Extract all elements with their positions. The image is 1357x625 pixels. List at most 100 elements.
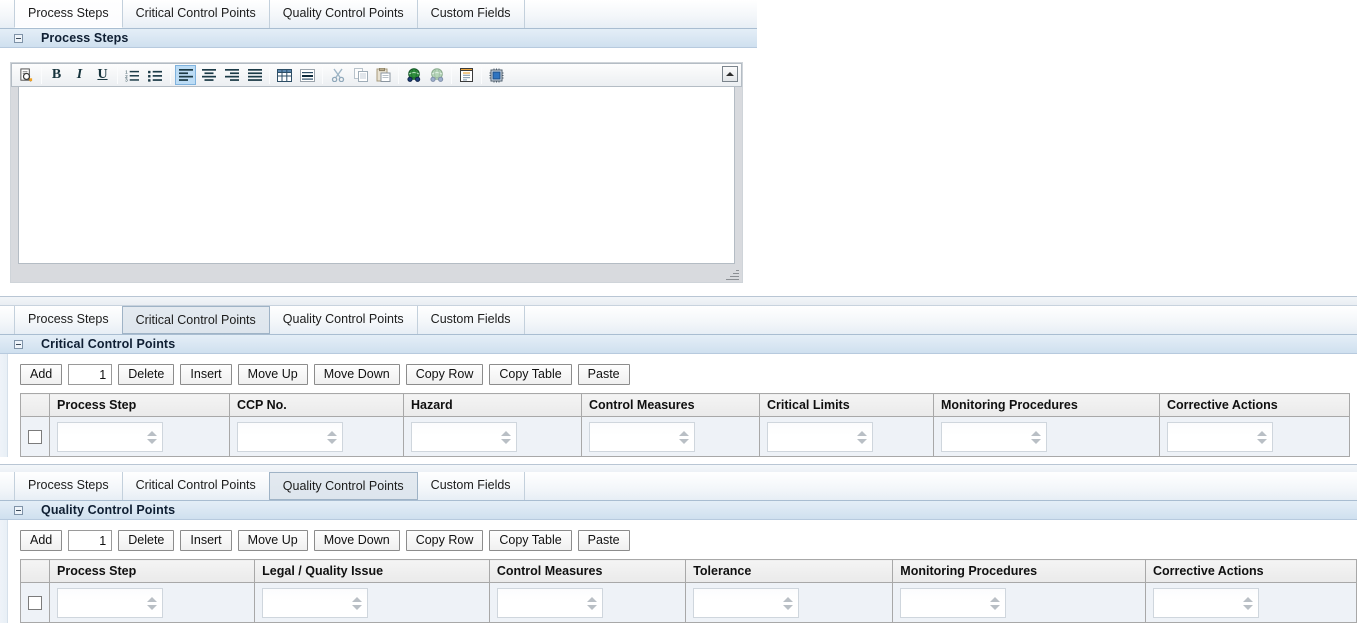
column-header-control-measures[interactable]: Control Measures [489, 560, 685, 583]
tab-critical-control-points[interactable]: Critical Control Points [122, 0, 270, 28]
tab-custom-fields[interactable]: Custom Fields [417, 306, 525, 334]
spinner-icon[interactable] [1241, 590, 1255, 617]
copy-table-button[interactable]: Copy Table [489, 364, 571, 385]
editor-content-area[interactable] [18, 87, 735, 264]
copy-table-button[interactable]: Copy Table [489, 530, 571, 551]
row-count-input[interactable] [68, 364, 112, 385]
delete-button[interactable]: Delete [118, 364, 174, 385]
cell-ccp-no[interactable] [230, 417, 404, 457]
cell-input[interactable] [237, 422, 343, 452]
insert-button[interactable]: Insert [180, 364, 231, 385]
spinner-icon[interactable] [325, 424, 339, 451]
tab-quality-control-points[interactable]: Quality Control Points [269, 0, 418, 28]
tab-quality-control-points[interactable]: Quality Control Points [269, 472, 418, 500]
remove-link-icon[interactable] [426, 65, 447, 85]
paste-icon[interactable] [373, 65, 394, 85]
row-checkbox[interactable] [28, 596, 42, 610]
align-right-icon[interactable] [221, 65, 242, 85]
italic-icon[interactable]: I [69, 65, 90, 85]
cell-monitoring-procedures[interactable] [934, 417, 1160, 457]
cell-input[interactable] [589, 422, 695, 452]
spinner-icon[interactable] [781, 590, 795, 617]
spinner-icon[interactable] [1255, 424, 1269, 451]
insert-table-icon[interactable] [274, 65, 295, 85]
column-header-legal-quality-issue[interactable]: Legal / Quality Issue [255, 560, 490, 583]
ordered-list-icon[interactable]: 1 2 3 [122, 65, 143, 85]
insert-button[interactable]: Insert [180, 530, 231, 551]
spinner-icon[interactable] [988, 590, 1002, 617]
copy-icon[interactable] [350, 65, 371, 85]
paste-button[interactable]: Paste [578, 530, 630, 551]
align-justify-icon[interactable] [244, 65, 265, 85]
tab-custom-fields[interactable]: Custom Fields [417, 0, 525, 28]
cell-corrective-actions[interactable] [1145, 583, 1356, 623]
cell-input[interactable] [900, 588, 1006, 618]
column-header-monitoring-procedures[interactable]: Monitoring Procedures [934, 394, 1160, 417]
tab-critical-control-points[interactable]: Critical Control Points [122, 472, 270, 500]
spinner-icon[interactable] [350, 590, 364, 617]
move-down-button[interactable]: Move Down [314, 364, 400, 385]
horizontal-rule-icon[interactable] [297, 65, 318, 85]
column-header-corrective-actions[interactable]: Corrective Actions [1145, 560, 1356, 583]
spinner-icon[interactable] [585, 590, 599, 617]
row-checkbox[interactable] [28, 430, 42, 444]
insert-link-icon[interactable] [403, 65, 424, 85]
cell-monitoring-procedures[interactable] [893, 583, 1146, 623]
tab-critical-control-points[interactable]: Critical Control Points [122, 306, 270, 334]
move-down-button[interactable]: Move Down [314, 530, 400, 551]
row-select-cell[interactable] [21, 583, 50, 623]
cell-tolerance[interactable] [686, 583, 893, 623]
bold-icon[interactable]: B [46, 65, 67, 85]
cell-process-step[interactable] [50, 583, 255, 623]
add-button[interactable]: Add [20, 530, 62, 551]
spinner-icon[interactable] [499, 424, 513, 451]
cell-input[interactable] [411, 422, 517, 452]
cell-input[interactable] [941, 422, 1047, 452]
copy-row-button[interactable]: Copy Row [406, 530, 484, 551]
column-header-process-step[interactable]: Process Step [50, 560, 255, 583]
resize-grip-icon[interactable] [726, 267, 739, 280]
cell-input[interactable] [1153, 588, 1259, 618]
cell-critical-limits[interactable] [760, 417, 934, 457]
column-header-monitoring-procedures[interactable]: Monitoring Procedures [893, 560, 1146, 583]
cell-input[interactable] [57, 588, 163, 618]
tab-process-steps[interactable]: Process Steps [14, 472, 123, 500]
move-up-button[interactable]: Move Up [238, 530, 308, 551]
cell-control-measures[interactable] [489, 583, 685, 623]
column-header-control-measures[interactable]: Control Measures [582, 394, 760, 417]
tab-custom-fields[interactable]: Custom Fields [417, 472, 525, 500]
column-header-critical-limits[interactable]: Critical Limits [760, 394, 934, 417]
view-source-icon[interactable] [456, 65, 477, 85]
minus-box-icon[interactable] [14, 34, 23, 43]
tab-quality-control-points[interactable]: Quality Control Points [269, 306, 418, 334]
align-left-icon[interactable] [175, 65, 196, 85]
cell-control-measures[interactable] [582, 417, 760, 457]
tab-process-steps[interactable]: Process Steps [14, 306, 123, 334]
tab-process-steps[interactable]: Process Steps [14, 0, 123, 28]
spinner-icon[interactable] [855, 424, 869, 451]
copy-row-button[interactable]: Copy Row [406, 364, 484, 385]
cell-hazard[interactable] [404, 417, 582, 457]
cell-input[interactable] [1167, 422, 1273, 452]
row-select-cell[interactable] [21, 417, 50, 457]
row-count-input[interactable] [68, 530, 112, 551]
add-button[interactable]: Add [20, 364, 62, 385]
column-header-tolerance[interactable]: Tolerance [686, 560, 893, 583]
minus-box-icon[interactable] [14, 340, 23, 349]
delete-button[interactable]: Delete [118, 530, 174, 551]
align-center-icon[interactable] [198, 65, 219, 85]
cell-corrective-actions[interactable] [1160, 417, 1350, 457]
cell-input[interactable] [693, 588, 799, 618]
unordered-list-icon[interactable] [145, 65, 166, 85]
minus-box-icon[interactable] [14, 506, 23, 515]
cell-input[interactable] [497, 588, 603, 618]
cut-icon[interactable] [327, 65, 348, 85]
spinner-icon[interactable] [145, 590, 159, 617]
column-header-hazard[interactable]: Hazard [404, 394, 582, 417]
cell-input[interactable] [767, 422, 873, 452]
spinner-icon[interactable] [1029, 424, 1043, 451]
spinner-icon[interactable] [677, 424, 691, 451]
cell-legal-quality-issue[interactable] [255, 583, 490, 623]
column-header-ccp-no[interactable]: CCP No. [230, 394, 404, 417]
cell-input[interactable] [57, 422, 163, 452]
